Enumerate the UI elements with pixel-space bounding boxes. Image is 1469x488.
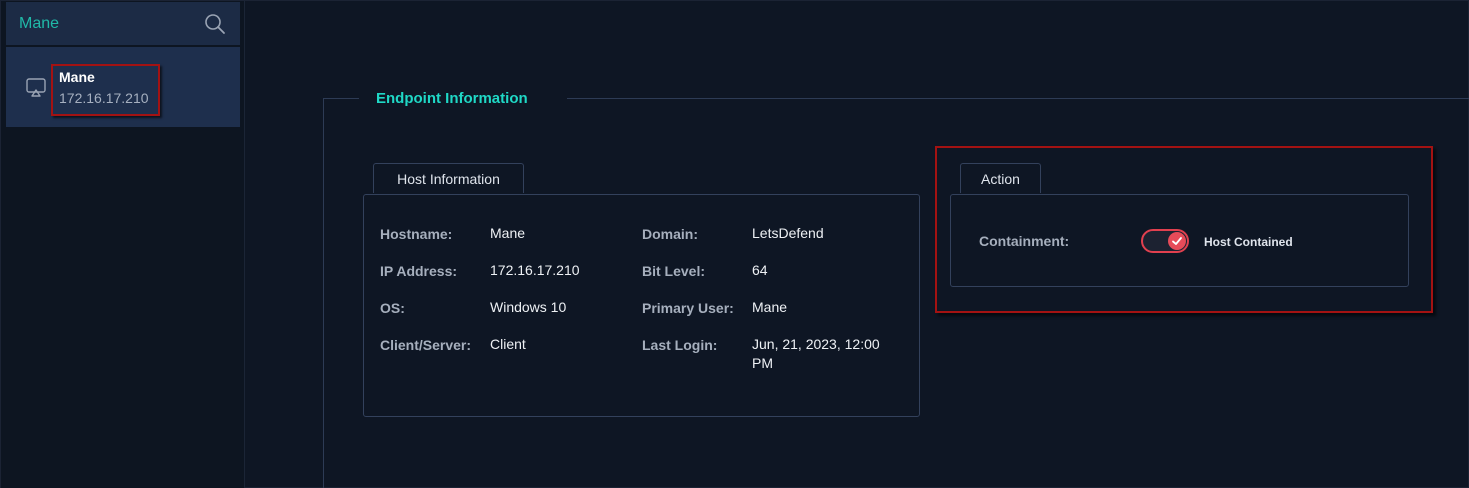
ip-address-label: IP Address: [380,263,458,279]
last-login-label: Last Login: [642,337,718,353]
section-title: Endpoint Information [376,90,528,107]
hostname-value: Mane [490,225,526,241]
fieldset-border [323,98,324,488]
monitor-icon [25,76,47,98]
domain-label: Domain: [642,226,698,242]
app-window: Mane 172.16.17.210 Endpoint Information … [0,0,1469,488]
fieldset-border [567,98,1469,99]
sidebar: Mane 172.16.17.210 [1,1,245,488]
host-information-panel: Hostname: Mane IP Address: 172.16.17.210… [363,194,920,417]
tab-host-information[interactable]: Host Information [373,163,524,193]
search-input[interactable] [14,10,204,38]
host-name: Mane [59,69,95,85]
last-login-value-line2: PM [752,355,773,371]
search-icon[interactable] [204,13,226,35]
os-label: OS: [380,300,405,316]
search-bar [6,2,240,45]
client-server-label: Client/Server: [380,337,472,353]
action-highlight-box [935,146,1433,313]
client-server-value: Client [490,336,526,352]
primary-user-label: Primary User: [642,300,734,316]
host-ip: 172.16.17.210 [59,90,149,106]
domain-value: LetsDefend [752,225,824,241]
hostname-label: Hostname: [380,226,453,242]
ip-address-value: 172.16.17.210 [490,262,580,278]
bit-level-value: 64 [752,262,768,278]
last-login-value-line1: Jun, 21, 2023, 12:00 [752,336,880,352]
primary-user-value: Mane [752,299,788,315]
os-value: Windows 10 [490,299,567,315]
bit-level-label: Bit Level: [642,263,706,279]
fieldset-border [323,98,359,99]
host-list-item[interactable]: Mane 172.16.17.210 [6,47,240,127]
